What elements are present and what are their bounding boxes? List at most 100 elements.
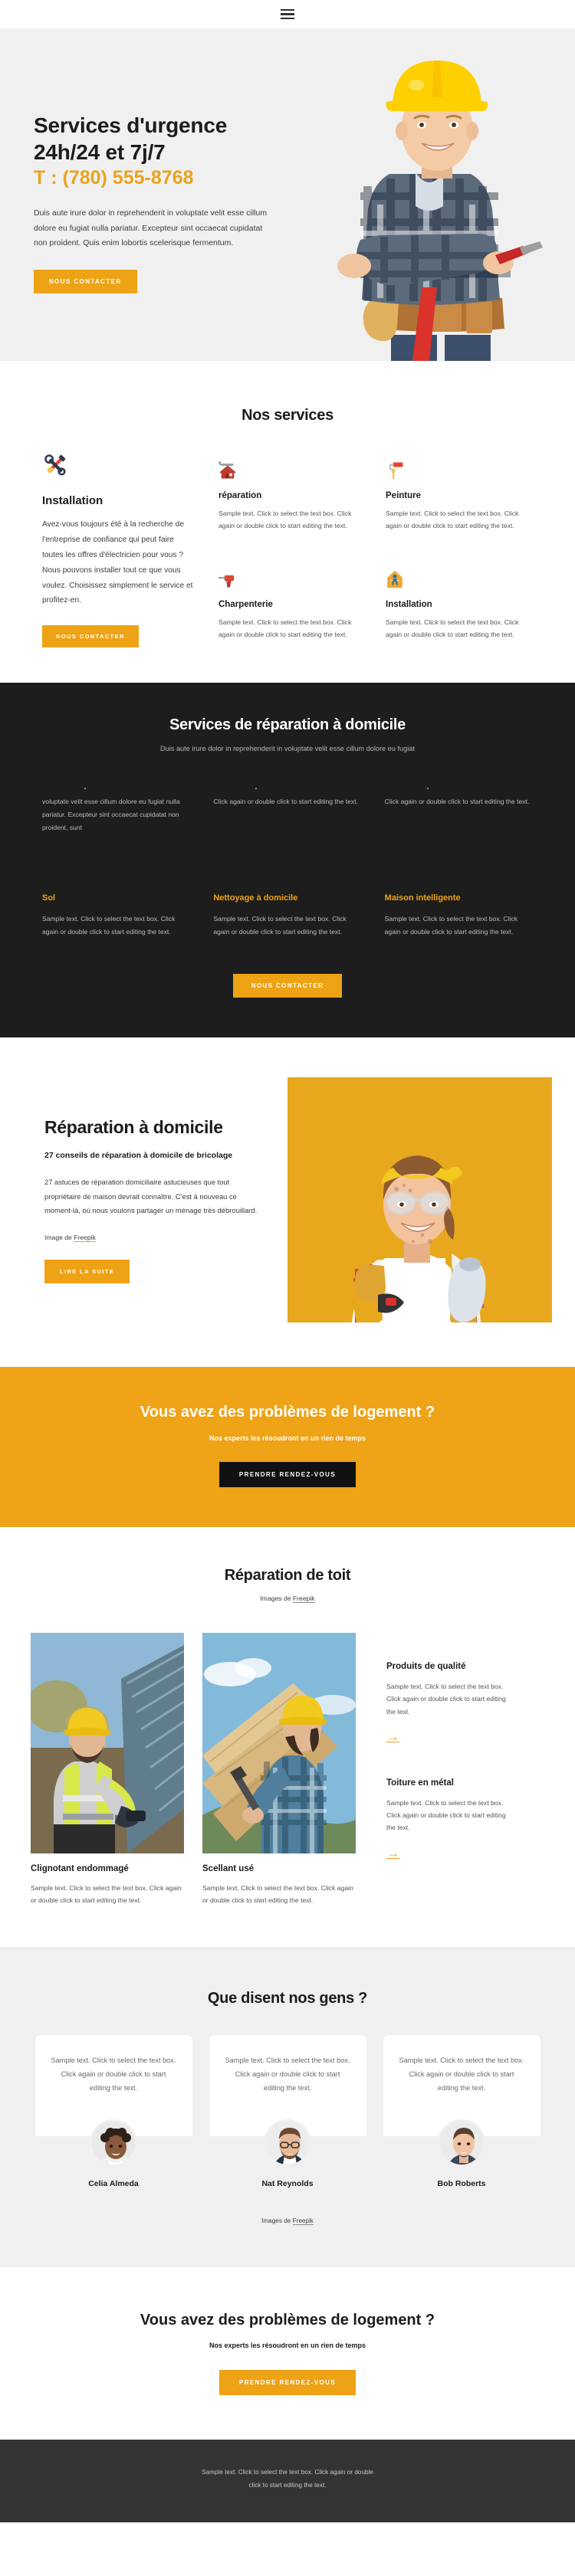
testimonial-name: Celia Almeda [88,2178,139,2188]
bottom-cta-section: Vous avez des problèmes de logement ? No… [0,2266,575,2440]
dark-service-column: Click again or double click to start edi… [385,788,533,939]
dark-section-title: Services de réparation à domicile [169,716,406,734]
testimonial-name: Bob Roberts [437,2178,486,2188]
service-card-text: Sample text. Click to select the text bo… [386,510,519,529]
testimonials-credit-link[interactable]: Freepik [292,2217,314,2225]
services-contact-button[interactable]: NOUS CONTACTER [42,625,139,648]
landing-page: Services d'urgence 24h/24 et 7j/7 T : (7… [0,0,575,2522]
hero-phone: T : (780) 555-8768 [34,167,194,189]
amber-cta-subtitle: Nos experts les résoudront en un rien de… [209,1434,366,1442]
bullet-dot-icon [84,788,86,790]
house-wrench-icon [218,460,366,484]
hero-contact-button[interactable]: NOUS CONTACTER [34,269,137,293]
testimonials-credit-prefix: Images de [261,2217,293,2224]
roof-side-list: Produits de qualité Sample text. Click t… [374,1633,544,1907]
hamburger-menu-icon[interactable] [281,8,294,20]
service-card: Peinture Sample text. Click to select th… [386,461,533,539]
roof-side-title: Produits de qualité [386,1661,466,1671]
avatar [438,2119,485,2167]
testimonials-image-credit: Images de Freepik [0,2217,575,2225]
roof-card-title: Clignotant endommagé [31,1863,129,1873]
bullet-dot-icon [255,788,258,790]
services-feature-text: Avez-vous toujours été à la recherche de… [42,520,193,605]
testimonials-title: Que disent nos gens ? [207,1989,368,2007]
dark-column-lead: Click again or double click to start edi… [213,798,359,806]
dark-column-text: Sample text. Click to select the text bo… [213,915,347,936]
hero-title-line-1: Services d'urgence [34,113,228,137]
home-repair-services-section: Services de réparation à domicile Duis a… [0,683,575,1037]
worker-house-icon [386,570,533,593]
bottom-cta-subtitle: Nos experts les résoudront en un rien de… [209,2341,366,2349]
avatar [264,2119,311,2167]
avatar [90,2119,137,2167]
dark-contact-button[interactable]: NOUS CONTACTER [232,973,343,998]
home-repair-article-section: Réparation à domicile 27 conseils de rép… [0,1037,575,1367]
service-card: Installation Sample text. Click to selec… [386,570,533,648]
hero-image [307,28,575,361]
bottom-cta-appointment-button[interactable]: PRENDRE RENDEZ-VOUS [219,2369,356,2395]
roof-card-image [31,1632,184,1853]
roof-card-text: Sample text. Click to select the text bo… [31,1883,182,1905]
roof-side-text: Sample text. Click to select the text bo… [386,1798,506,1832]
service-card: Charpenterie Sample text. Click to selec… [219,570,366,648]
testimonial-card: Sample text. Click to select the text bo… [209,2034,366,2188]
roof-title: Réparation de toit [224,1566,351,1584]
roof-side-text: Sample text. Click to select the text bo… [386,1682,506,1716]
testimonials-section: Que disent nos gens ? Sample text. Click… [0,1946,575,2267]
roof-repair-section: Réparation de toit Images de Freepik Cli… [0,1526,575,1947]
service-card: réparation Sample text. Click to select … [218,460,366,539]
service-card-title: Installation [386,599,432,609]
hero-title: Services d'urgence 24h/24 et 7j/7 [34,113,287,166]
bullet-dot-icon [426,788,429,790]
site-header [0,0,575,28]
roof-credit-link[interactable]: Freepik [292,1594,315,1603]
hero-text-block: Services d'urgence 24h/24 et 7j/7 T : (7… [34,113,287,293]
repair-read-more-button[interactable]: LIRE LA SUITE [44,1260,130,1284]
dark-section-subtitle: Duis aute irure dolor in reprehenderit i… [160,745,415,753]
amber-cta-title: Vous avez des problèmes de logement ? [140,1403,435,1421]
roof-image-credit: Images de Freepik [0,1594,575,1603]
repair-credit-link[interactable]: Freepik [74,1234,96,1243]
hero-description: Duis aute irure dolor in reprehenderit i… [34,208,268,248]
services-feature-title: Installation [42,494,104,507]
dark-column-title: Sol [42,893,56,903]
footer-line-2: click to start editing the text. [248,2481,327,2489]
repair-credit-prefix: Image de [44,1234,74,1242]
roof-side-title: Toiture en métal [386,1778,454,1788]
dark-column-title: Maison intelligente [384,893,461,903]
service-card-title: Peinture [386,491,422,500]
dark-column-title: Nettoyage à domicile [213,893,298,903]
services-card-grid: réparation Sample text. Click to select … [218,452,533,648]
testimonial-card: Sample text. Click to select the text bo… [383,2034,540,2188]
hero-title-line-2: 24h/24 et 7j/7 [34,139,166,164]
footer-line-1: Sample text. Click to select the text bo… [202,2468,373,2476]
power-drill-icon [219,570,366,593]
service-card-text: Sample text. Click to select the text bo… [219,618,352,638]
roof-card: Clignotant endommagé Sample text. Click … [31,1632,184,1907]
hero-section: Services d'urgence 24h/24 et 7j/7 T : (7… [0,28,575,361]
roof-card: Scellant usé Sample text. Click to selec… [202,1632,356,1907]
dark-column-lead: Click again or double click to start edi… [384,798,530,806]
dark-services-grid: voluptate velit esse cillum dolore eu fu… [0,788,575,939]
service-card-title: Charpenterie [219,599,273,609]
dark-service-column: voluptate velit esse cillum dolore eu fu… [42,788,190,939]
site-footer: Sample text. Click to select the text bo… [0,2439,575,2522]
arrow-right-icon[interactable]: → [386,1730,544,1743]
services-section: Nos services Installation Avez-vous touj… [0,361,575,683]
repair-text: 27 astuces de réparation domiciliaire as… [44,1177,258,1215]
arrow-right-icon[interactable]: → [386,1847,544,1860]
dark-column-text: Sample text. Click to select the text bo… [42,915,176,936]
services-feature-card: Installation Avez-vous toujours été à la… [42,452,219,648]
service-card-text: Sample text. Click to select the text bo… [386,618,519,638]
services-title: Nos services [242,407,334,424]
repair-image [288,1077,552,1322]
amber-cta-appointment-button[interactable]: PRENDRE RENDEZ-VOUS [219,1461,356,1487]
testimonial-name: Nat Reynolds [261,2178,314,2188]
dark-column-text: Sample text. Click to select the text bo… [384,915,518,936]
roof-card-text: Sample text. Click to select the text bo… [202,1883,353,1905]
roof-card-image [202,1632,356,1853]
service-card-text: Sample text. Click to select the text bo… [219,510,352,529]
dark-service-column: Click again or double click to start edi… [213,788,361,939]
dark-column-lead: voluptate velit esse cillum dolore eu fu… [42,798,180,831]
bottom-cta-title: Vous avez des problèmes de logement ? [140,2311,435,2329]
